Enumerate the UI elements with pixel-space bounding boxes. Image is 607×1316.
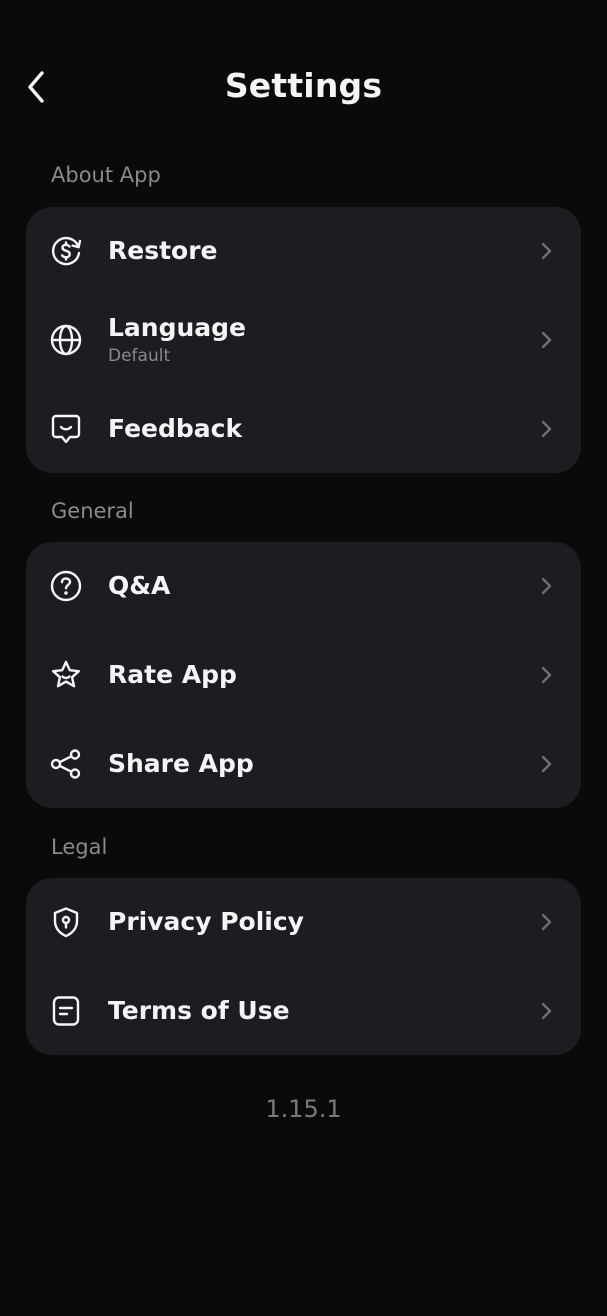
header: Settings xyxy=(0,54,607,120)
settings-screen: Settings About App Restore Language Defa… xyxy=(0,0,607,1316)
card-legal: Privacy Policy Terms of Use xyxy=(26,878,581,1056)
menu-item-rate-app[interactable]: Rate App xyxy=(26,631,581,720)
menu-item-qa[interactable]: Q&A xyxy=(26,542,581,631)
menu-item-privacy-policy[interactable]: Privacy Policy xyxy=(26,878,581,967)
menu-item-label: Privacy Policy xyxy=(108,907,304,937)
menu-item-subtitle: Default xyxy=(108,346,171,367)
menu-item-label: Restore xyxy=(108,236,218,266)
chevron-right-icon xyxy=(537,575,555,597)
menu-item-feedback[interactable]: Feedback xyxy=(26,384,581,473)
card-about-app: Restore Language Default Feedback xyxy=(26,207,581,474)
menu-item-terms-of-use[interactable]: Terms of Use xyxy=(26,967,581,1056)
section-label-general: General xyxy=(51,499,134,523)
card-general: Q&A Rate App Share App xyxy=(26,542,581,809)
menu-item-label: Rate App xyxy=(108,660,237,690)
shield-lock-icon xyxy=(49,905,83,939)
menu-item-label: Q&A xyxy=(108,571,171,601)
chevron-right-icon xyxy=(537,1000,555,1022)
menu-item-label: Feedback xyxy=(108,413,243,443)
document-icon xyxy=(49,994,83,1028)
page-title: Settings xyxy=(224,66,383,105)
section-label-about-app: About App xyxy=(51,163,161,187)
chevron-right-icon xyxy=(537,329,555,351)
app-version: 1.15.1 xyxy=(265,1095,342,1123)
chevron-right-icon xyxy=(537,753,555,775)
chevron-right-icon xyxy=(537,664,555,686)
question-circle-icon xyxy=(49,569,83,603)
chevron-right-icon xyxy=(537,911,555,933)
menu-item-label: Terms of Use xyxy=(108,996,290,1026)
globe-icon xyxy=(49,323,83,357)
chevron-right-icon xyxy=(537,418,555,440)
dollar-refresh-icon xyxy=(49,234,83,268)
menu-item-label: Language xyxy=(108,313,247,343)
share-icon xyxy=(49,747,83,781)
menu-item-label: Share App xyxy=(108,748,254,778)
menu-item-share-app[interactable]: Share App xyxy=(26,719,581,808)
menu-item-restore[interactable]: Restore xyxy=(26,207,581,296)
chevron-right-icon xyxy=(537,240,555,262)
section-label-legal: Legal xyxy=(51,835,108,859)
chat-smile-icon xyxy=(49,412,83,446)
menu-item-language[interactable]: Language Default xyxy=(26,296,581,385)
star-icon xyxy=(49,658,83,692)
